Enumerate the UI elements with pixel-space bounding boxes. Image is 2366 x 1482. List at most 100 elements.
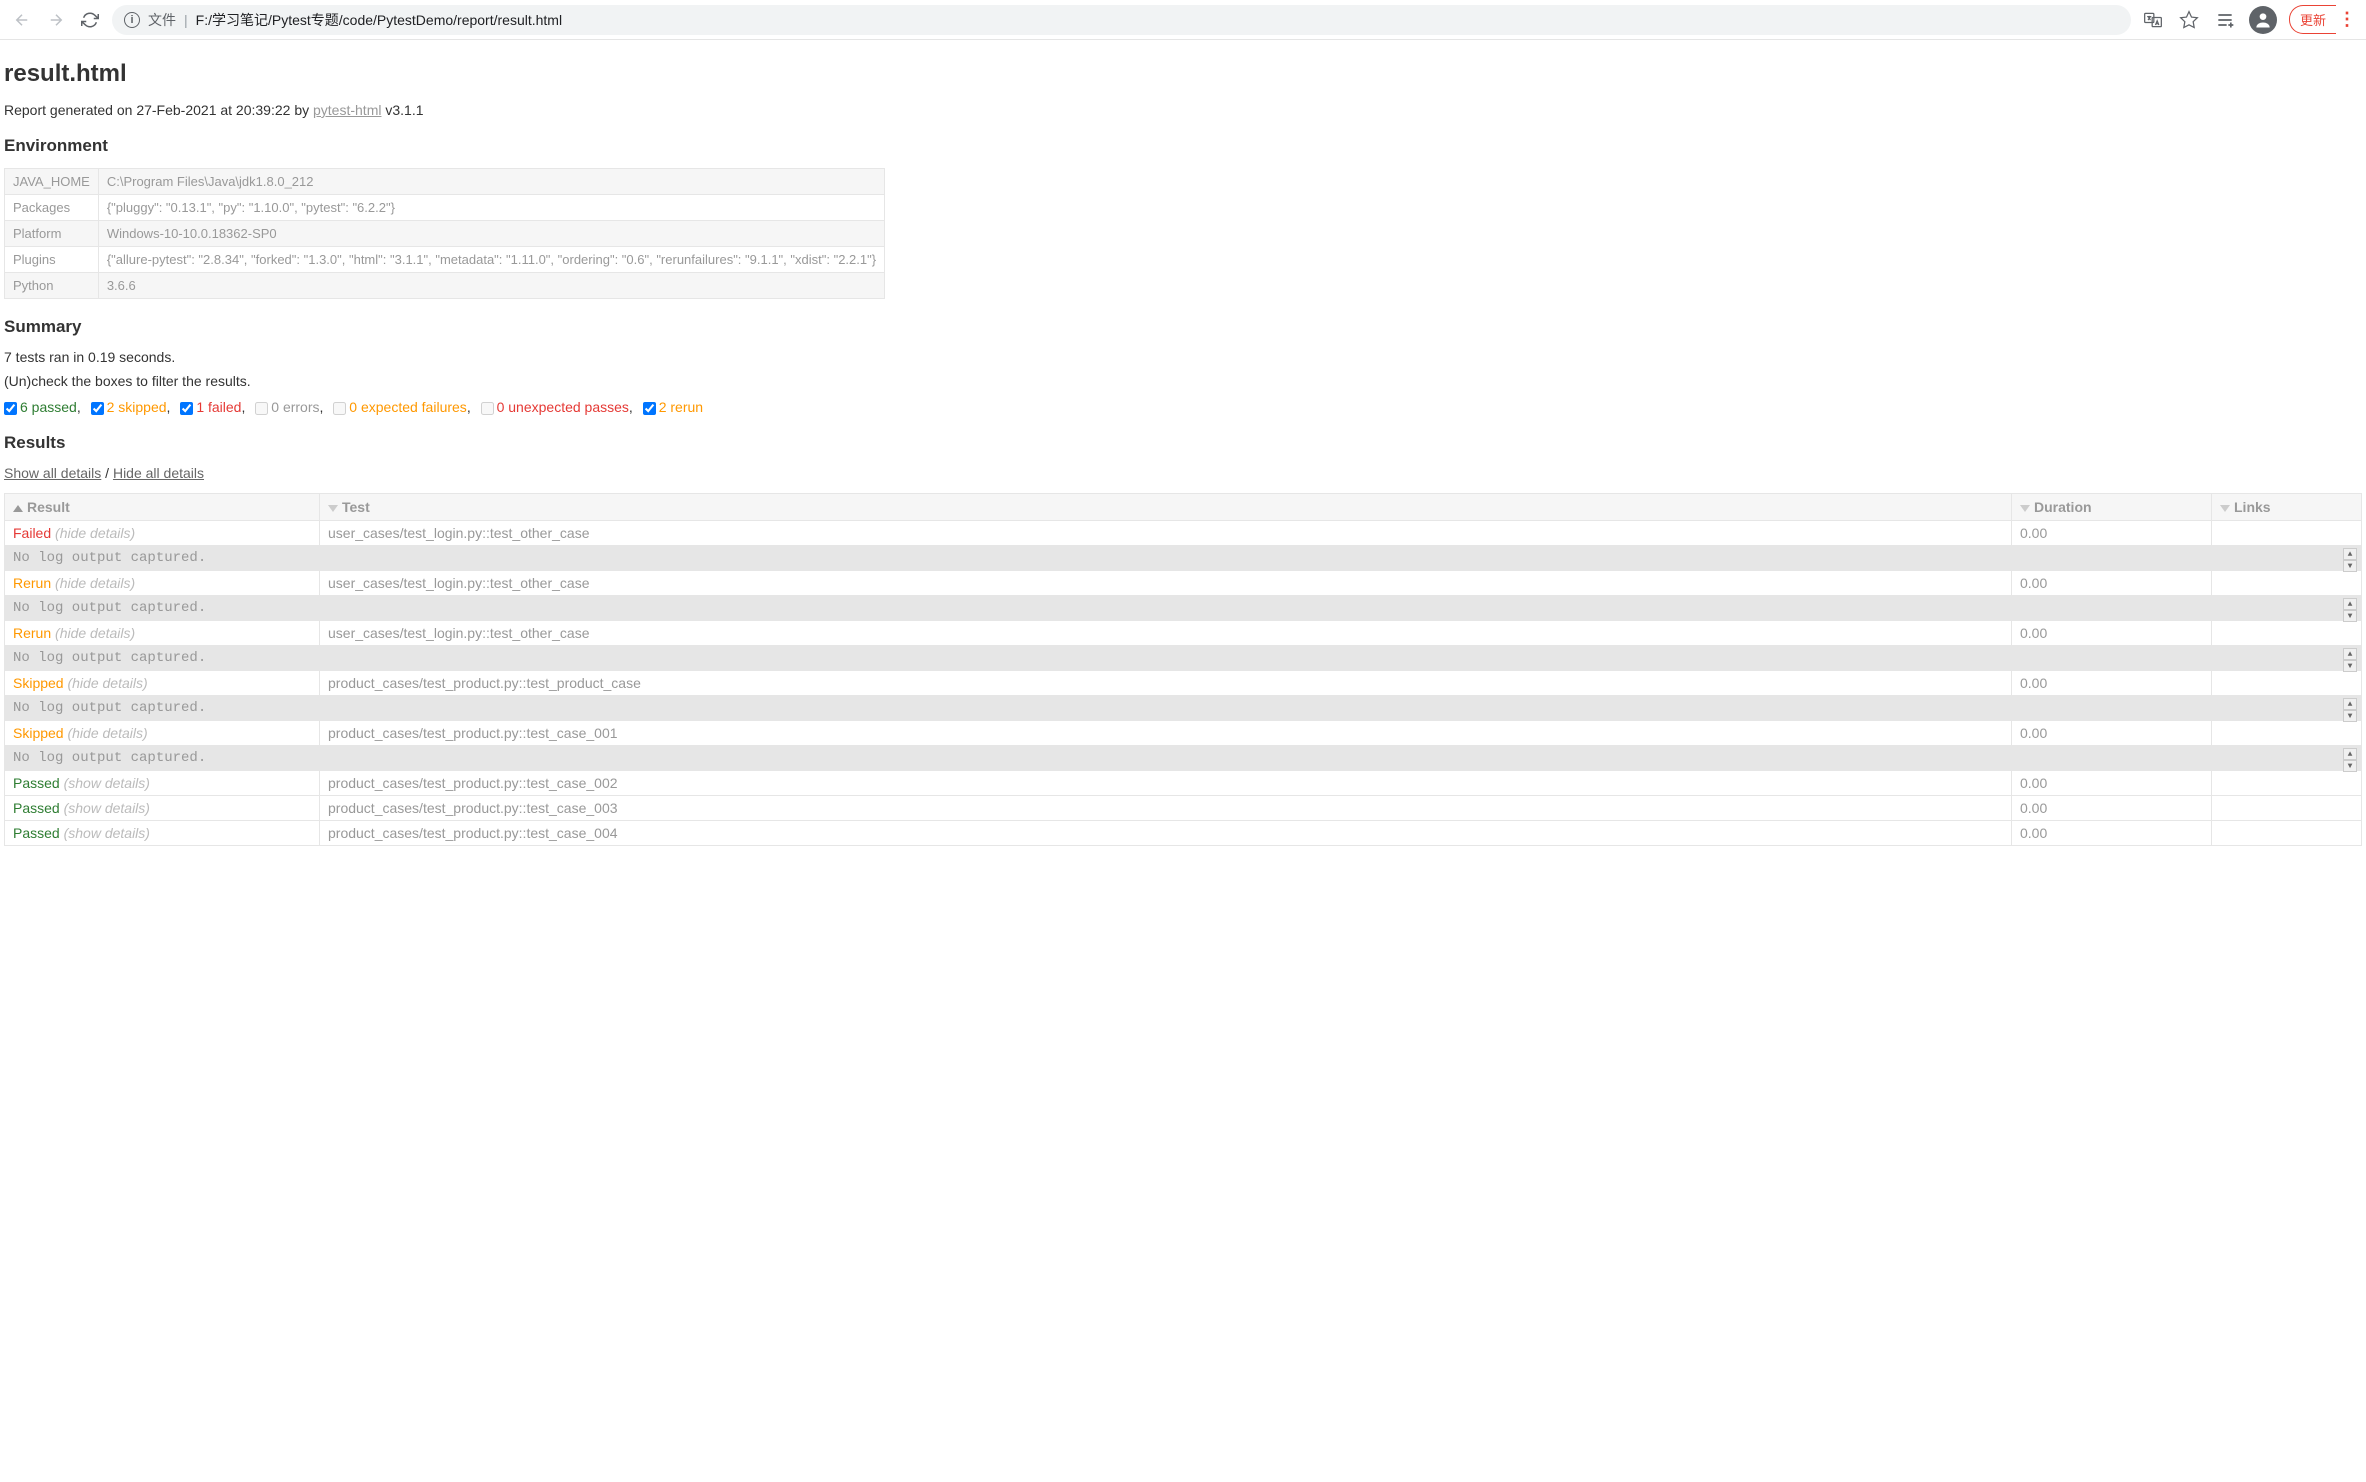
- environment-heading: Environment: [4, 136, 2362, 156]
- links-cell: [2212, 721, 2362, 746]
- scroll-down-icon[interactable]: ▼: [2343, 760, 2357, 772]
- show-all-link[interactable]: Show all details: [4, 465, 101, 481]
- log-row: No log output captured.▲▼: [5, 546, 2362, 571]
- result-row: Failed (hide details)user_cases/test_log…: [5, 521, 2362, 546]
- results-links: Show all details / Hide all details: [4, 465, 2362, 481]
- log-cell: No log output captured.▲▼: [5, 596, 2362, 621]
- col-links[interactable]: Links: [2212, 494, 2362, 521]
- env-key: JAVA_HOME: [5, 169, 99, 195]
- result-label: Rerun: [13, 625, 51, 641]
- update-button[interactable]: 更新: [2289, 5, 2336, 34]
- log-scroll: ▲▼: [2343, 548, 2357, 572]
- reading-list-icon[interactable]: [2213, 8, 2237, 32]
- result-row: Skipped (hide details)product_cases/test…: [5, 671, 2362, 696]
- filter-row: 6 passed, 2 skipped, 1 failed, 0 errors,…: [4, 399, 2362, 415]
- info-icon: i: [124, 12, 140, 28]
- duration-cell: 0.00: [2012, 571, 2212, 596]
- env-value: Windows-10-10.0.18362-SP0: [98, 221, 884, 247]
- duration-cell: 0.00: [2012, 721, 2212, 746]
- filter-skipped-checkbox[interactable]: [91, 402, 104, 415]
- scroll-up-icon[interactable]: ▲: [2343, 748, 2357, 760]
- log-scroll: ▲▼: [2343, 648, 2357, 672]
- hide-details-link[interactable]: (hide details): [67, 725, 147, 741]
- duration-cell: 0.00: [2012, 821, 2212, 846]
- result-row: Skipped (hide details)product_cases/test…: [5, 721, 2362, 746]
- browser-toolbar: i 文件 | F:/学习笔记/Pytest专题/code/PytestDemo/…: [0, 0, 2366, 40]
- filter-rerun-label: 2 rerun: [659, 399, 703, 415]
- env-key: Platform: [5, 221, 99, 247]
- filter-failed-label: 1 failed: [196, 399, 241, 415]
- bookmark-icon[interactable]: [2177, 8, 2201, 32]
- env-key: Packages: [5, 195, 99, 221]
- back-button[interactable]: [10, 8, 34, 32]
- log-row: No log output captured.▲▼: [5, 696, 2362, 721]
- result-label: Passed: [13, 800, 60, 816]
- env-row: JAVA_HOMEC:\Program Files\Java\jdk1.8.0_…: [5, 169, 885, 195]
- environment-table: JAVA_HOMEC:\Program Files\Java\jdk1.8.0_…: [4, 168, 885, 299]
- test-cell: user_cases/test_login.py::test_other_cas…: [320, 521, 2012, 546]
- col-duration[interactable]: Duration: [2012, 494, 2212, 521]
- result-cell: Skipped (hide details): [5, 671, 320, 696]
- result-cell: Skipped (hide details): [5, 721, 320, 746]
- sort-asc-icon: [13, 505, 23, 512]
- result-row: Rerun (hide details)user_cases/test_logi…: [5, 571, 2362, 596]
- filter-failed-checkbox[interactable]: [180, 402, 193, 415]
- show-details-link[interactable]: (show details): [64, 800, 150, 816]
- filter-xfailed-checkbox: [333, 402, 346, 415]
- test-cell: product_cases/test_product.py::test_case…: [320, 796, 2012, 821]
- links-cell: [2212, 821, 2362, 846]
- result-label: Skipped: [13, 725, 64, 741]
- result-cell: Passed (show details): [5, 771, 320, 796]
- scroll-up-icon[interactable]: ▲: [2343, 548, 2357, 560]
- address-divider: |: [184, 12, 188, 28]
- result-row: Passed (show details)product_cases/test_…: [5, 771, 2362, 796]
- log-row: No log output captured.▲▼: [5, 746, 2362, 771]
- scroll-down-icon[interactable]: ▼: [2343, 710, 2357, 722]
- test-cell: product_cases/test_product.py::test_case…: [320, 821, 2012, 846]
- filter-errors-label: 0 errors: [271, 399, 319, 415]
- scroll-down-icon[interactable]: ▼: [2343, 660, 2357, 672]
- links-cell: [2212, 771, 2362, 796]
- filter-xpassed-checkbox: [481, 402, 494, 415]
- col-result[interactable]: Result: [5, 494, 320, 521]
- filter-rerun-checkbox[interactable]: [643, 402, 656, 415]
- env-value: {"allure-pytest": "2.8.34", "forked": "1…: [98, 247, 884, 273]
- filter-passed-checkbox[interactable]: [4, 402, 17, 415]
- scroll-down-icon[interactable]: ▼: [2343, 560, 2357, 572]
- sort-neutral-icon: [2020, 505, 2030, 512]
- filter-xfailed-label: 0 expected failures: [349, 399, 467, 415]
- scroll-down-icon[interactable]: ▼: [2343, 610, 2357, 622]
- result-row: Rerun (hide details)user_cases/test_logi…: [5, 621, 2362, 646]
- address-bar[interactable]: i 文件 | F:/学习笔记/Pytest专题/code/PytestDemo/…: [112, 5, 2131, 35]
- hide-details-link[interactable]: (hide details): [67, 675, 147, 691]
- env-value: C:\Program Files\Java\jdk1.8.0_212: [98, 169, 884, 195]
- profile-avatar[interactable]: [2249, 6, 2277, 34]
- reload-button[interactable]: [78, 8, 102, 32]
- forward-button[interactable]: [44, 8, 68, 32]
- report-body: result.html Report generated on 27-Feb-2…: [0, 40, 2366, 866]
- hide-details-link[interactable]: (hide details): [55, 625, 135, 641]
- log-scroll: ▲▼: [2343, 698, 2357, 722]
- summary-heading: Summary: [4, 317, 2362, 337]
- pytest-html-link[interactable]: pytest-html: [313, 102, 381, 118]
- scroll-up-icon[interactable]: ▲: [2343, 698, 2357, 710]
- log-cell: No log output captured.▲▼: [5, 696, 2362, 721]
- test-cell: product_cases/test_product.py::test_case…: [320, 771, 2012, 796]
- menu-icon[interactable]: ⋮: [2336, 9, 2356, 30]
- links-cell: [2212, 796, 2362, 821]
- hide-details-link[interactable]: (hide details): [55, 525, 135, 541]
- results-table: Result Test Duration Links Failed (hide …: [4, 493, 2362, 846]
- filter-passed-label: 6 passed: [20, 399, 77, 415]
- sort-neutral-icon: [2220, 505, 2230, 512]
- hide-all-link[interactable]: Hide all details: [113, 465, 204, 481]
- show-details-link[interactable]: (show details): [64, 825, 150, 841]
- show-details-link[interactable]: (show details): [64, 775, 150, 791]
- result-row: Passed (show details)product_cases/test_…: [5, 821, 2362, 846]
- toolbar-right: 更新 ⋮: [2141, 5, 2356, 34]
- translate-icon[interactable]: [2141, 8, 2165, 32]
- scroll-up-icon[interactable]: ▲: [2343, 598, 2357, 610]
- scroll-up-icon[interactable]: ▲: [2343, 648, 2357, 660]
- col-test[interactable]: Test: [320, 494, 2012, 521]
- hide-details-link[interactable]: (hide details): [55, 575, 135, 591]
- links-cell: [2212, 571, 2362, 596]
